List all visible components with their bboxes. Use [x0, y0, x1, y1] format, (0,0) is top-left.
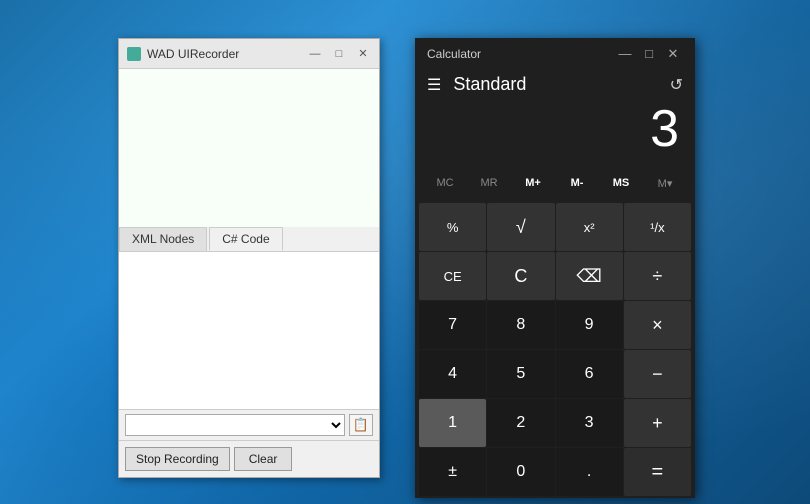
clear-entry-button[interactable]: CE	[419, 252, 486, 300]
hamburger-menu-icon[interactable]: ☰	[427, 75, 441, 95]
eight-button[interactable]: 8	[487, 301, 554, 349]
negate-button[interactable]: ±	[419, 448, 486, 496]
wad-window: WAD UIRecorder — □ ✕ XML Nodes C# Code 📋…	[118, 38, 380, 478]
one-button[interactable]: 1	[419, 399, 486, 447]
wad-title: WAD UIRecorder	[147, 47, 301, 61]
memory-minus-button[interactable]: M-	[555, 167, 599, 199]
seven-button[interactable]: 7	[419, 301, 486, 349]
divide-button[interactable]: ÷	[624, 252, 691, 300]
calc-header: ☰ Standard ↺	[415, 70, 695, 95]
wad-copy-button[interactable]: 📋	[349, 414, 373, 436]
memory-recall-button[interactable]: MR	[467, 167, 511, 199]
sqrt-button[interactable]: √	[487, 203, 554, 251]
calc-mode-title: Standard	[453, 74, 657, 95]
two-button[interactable]: 2	[487, 399, 554, 447]
wad-code-display	[119, 252, 379, 410]
subtract-button[interactable]: −	[624, 350, 691, 398]
wad-maximize-button[interactable]: □	[331, 48, 347, 60]
wad-minimize-button[interactable]: —	[307, 48, 323, 60]
clear-all-button[interactable]: C	[487, 252, 554, 300]
calculator-window: Calculator — □ ✕ ☰ Standard ↺ 3 MC MR M+…	[415, 38, 695, 498]
wad-xml-view	[119, 69, 379, 227]
wad-titlebar: WAD UIRecorder — □ ✕	[119, 39, 379, 69]
wad-tabs: XML Nodes C# Code	[119, 227, 379, 252]
reciprocal-button[interactable]: ¹/x	[624, 203, 691, 251]
decimal-button[interactable]: .	[556, 448, 623, 496]
calc-display: 3	[415, 95, 695, 167]
four-button[interactable]: 4	[419, 350, 486, 398]
nine-button[interactable]: 9	[556, 301, 623, 349]
tab-xml-nodes[interactable]: XML Nodes	[119, 227, 207, 251]
wad-bottom-bar: 📋	[119, 409, 379, 440]
zero-button[interactable]: 0	[487, 448, 554, 496]
six-button[interactable]: 6	[556, 350, 623, 398]
square-button[interactable]: x²	[556, 203, 623, 251]
memory-clear-button[interactable]: MC	[423, 167, 467, 199]
multiply-button[interactable]: ×	[624, 301, 691, 349]
calc-titlebar: Calculator — □ ✕	[415, 38, 695, 70]
calc-memory-row: MC MR M+ M- MS M▾	[415, 167, 695, 199]
percent-button[interactable]: %	[419, 203, 486, 251]
calc-button-grid: % √ x² ¹/x CE C ⌫ ÷ 7 8 9 × 4 5 6 − 1 2 …	[415, 203, 695, 500]
memory-list-button[interactable]: M▾	[643, 167, 687, 199]
copy-icon: 📋	[353, 417, 369, 433]
add-button[interactable]: +	[624, 399, 691, 447]
clear-button[interactable]: Clear	[234, 447, 293, 471]
three-button[interactable]: 3	[556, 399, 623, 447]
history-icon[interactable]: ↺	[670, 75, 683, 95]
wad-action-bar: Stop Recording Clear	[119, 440, 379, 477]
stop-recording-button[interactable]: Stop Recording	[125, 447, 230, 471]
memory-store-button[interactable]: MS	[599, 167, 643, 199]
memory-plus-button[interactable]: M+	[511, 167, 555, 199]
calc-title: Calculator	[427, 47, 615, 61]
backspace-button[interactable]: ⌫	[556, 252, 623, 300]
calc-minimize-button[interactable]: —	[615, 46, 635, 62]
wad-code-dropdown[interactable]	[125, 414, 345, 436]
tab-csharp-code[interactable]: C# Code	[209, 227, 282, 251]
wad-window-controls: — □ ✕	[307, 47, 371, 60]
wad-close-button[interactable]: ✕	[355, 47, 371, 60]
five-button[interactable]: 5	[487, 350, 554, 398]
wad-app-icon	[127, 47, 141, 61]
equals-button[interactable]: =	[624, 448, 691, 496]
calc-close-button[interactable]: ✕	[663, 46, 683, 62]
calc-maximize-button[interactable]: □	[639, 46, 659, 62]
calc-window-controls: — □ ✕	[615, 46, 683, 62]
